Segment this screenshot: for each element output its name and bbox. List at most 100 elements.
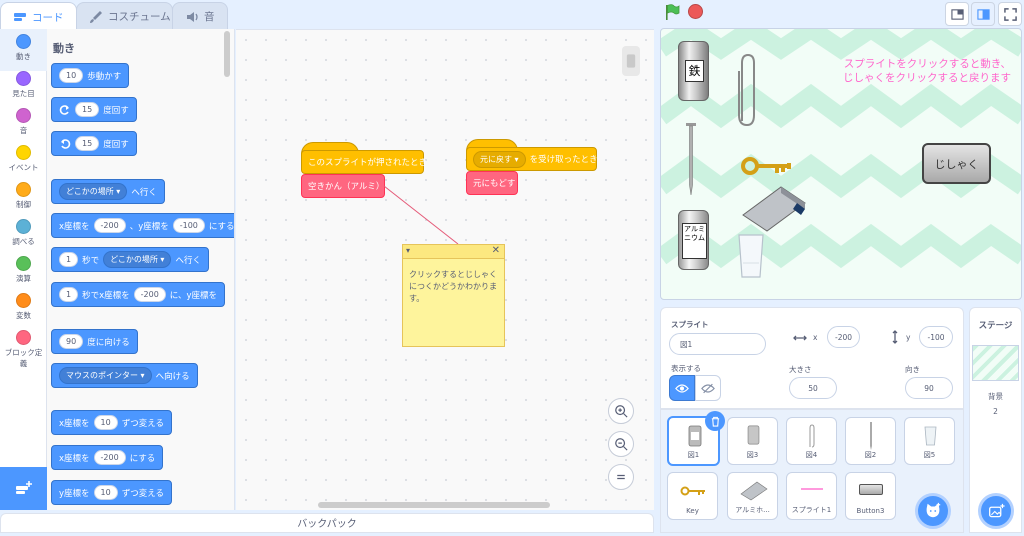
close-icon[interactable]: ✕ [492,245,500,256]
sprite-name-field[interactable]: 図1 [669,333,766,355]
paperclip-sprite[interactable] [736,51,758,129]
block-go-to[interactable]: どこかの場所 ▾ へ行く [51,179,165,204]
category-variables-label: 変数 [16,311,31,320]
sprite-tile[interactable]: Button3 [845,472,896,520]
add-sprite-button[interactable] [915,493,951,529]
backpack-bar[interactable]: バックパック [0,513,654,533]
sprite-name: 図4 [805,451,818,459]
aluminum-foil-sprite[interactable] [741,185,807,233]
x-input[interactable]: -200 [93,450,126,465]
normal-stage-button[interactable] [971,2,995,26]
show-visible-button[interactable] [669,375,695,401]
dx-input[interactable]: 10 [93,415,118,430]
block-set-x[interactable]: x座標を -200 にする [51,445,164,470]
category-events[interactable]: イベント [0,145,47,173]
block-point-towards[interactable]: マウスのポインター ▾ へ向ける [51,363,198,388]
block-glide-xy[interactable]: 1 秒でx座標を -200 に、y座標を [51,282,226,307]
category-sensing[interactable]: 調べる [0,219,47,247]
zoom-in-button[interactable] [608,398,634,424]
target-dropdown[interactable]: どこかの場所 ▾ [103,251,172,268]
block-move-steps[interactable]: 10 歩動かす [51,63,130,88]
category-control[interactable]: 制御 [0,182,47,210]
show-hidden-button[interactable] [695,375,721,401]
x-field[interactable]: -200 [827,326,860,348]
block-turn-left[interactable]: 15 度回す [51,131,137,156]
target-dropdown-label: どこかの場所 [66,187,114,196]
tab-code[interactable]: コード [0,2,77,31]
sprite-tile[interactable]: 図5 [904,417,955,465]
glass-thumbnail-icon [924,426,937,446]
category-operators-label: 演算 [16,274,31,283]
category-motion-label: 動き [16,52,31,61]
category-myblocks[interactable]: ブロック定義 [0,330,47,369]
block-text: 秒で [82,255,100,266]
zoom-out-button[interactable] [608,431,634,457]
collapse-arrow-icon[interactable]: ▾ [406,246,410,255]
x-input[interactable]: -200 [133,287,166,302]
block-glide-to[interactable]: 1 秒で どこかの場所 ▾ へ行く [51,247,209,272]
sprite-tile[interactable]: 図3 [727,417,778,465]
zoom-reset-button[interactable] [608,464,634,490]
seconds-input[interactable]: 1 [59,287,79,302]
sprite-tile[interactable]: 図4 [786,417,837,465]
fullscreen-icon [1003,7,1017,21]
degrees-input[interactable]: 15 [75,102,100,117]
stage-target-panel[interactable]: ステージ 背景 2 [969,307,1022,533]
add-backdrop-button[interactable] [978,493,1014,529]
degrees-input[interactable]: 15 [75,136,100,151]
target-dropdown[interactable]: どこかの場所 ▾ [59,183,128,200]
instruction-line-2: じしゃくをクリックすると戻ります [843,72,1011,84]
sprite-tile[interactable]: スプライト1 [786,472,837,520]
green-flag-icon[interactable] [663,3,681,21]
block-point-direction[interactable]: 90 度に向ける [51,329,138,354]
aluminum-can-sprite[interactable]: アルミニウム [678,210,709,270]
block-text: x座標を [59,418,90,429]
category-operators[interactable]: 演算 [0,256,47,284]
block-change-y[interactable]: y座標を 10 ずつ変える [51,480,172,505]
glass-sprite[interactable] [737,233,765,279]
block-change-x[interactable]: x座標を 10 ずつ変える [51,410,172,435]
size-field[interactable]: 50 [789,377,837,399]
palette-scrollbar[interactable] [224,31,230,77]
comment-note[interactable]: ▾ ✕ クリックするとじしゃくにつくかどうかわかります。 [402,244,505,347]
direction-input[interactable]: 90 [59,334,84,349]
sprite-tile[interactable]: Key [667,472,718,520]
sprite-tile[interactable]: 図2 [845,417,896,465]
block-text: に、y座標を [169,290,218,301]
nail-sprite[interactable] [684,123,698,195]
tab-costumes[interactable]: コスチューム [76,2,173,30]
seconds-input[interactable]: 1 [59,252,79,267]
key-sprite[interactable] [741,151,791,181]
stage-canvas[interactable]: 鉄 アルミニウム スプライトをクリックすると動き、 じしゃくをクリックすると戻り… [660,28,1022,300]
workspace-horizontal-scrollbar[interactable] [318,502,550,508]
fullscreen-button[interactable] [998,2,1022,26]
direction-field[interactable]: 90 [905,377,953,399]
y-input[interactable]: -100 [172,218,205,233]
towards-dropdown[interactable]: マウスのポインター ▾ [59,367,152,384]
sensing-color-dot [16,219,31,234]
tab-sounds[interactable]: 音 [172,2,228,30]
block-go-to-xy[interactable]: x座標を -200 、y座標を -100 にする [51,213,234,238]
x-input[interactable]: -200 [93,218,126,233]
magnet-button-sprite[interactable]: じしゃく [922,143,991,184]
add-extension-button[interactable] [0,467,47,510]
script-workspace[interactable]: このスプライトが押されたとき 空きかん（アルミ） 元に戻す ▾ を受け取ったとき… [236,29,654,510]
sprite-tile[interactable]: アルミホ... [727,472,778,520]
category-motion[interactable]: 動き [0,29,47,71]
block-turn-right[interactable]: 15 度回す [51,97,137,122]
can-label: アルミニウム [682,223,707,259]
category-looks[interactable]: 見た目 [0,71,47,99]
trash-icon [711,416,719,427]
steel-can-sprite[interactable]: 鉄 [678,41,709,101]
y-field[interactable]: -100 [919,326,953,348]
small-stage-button[interactable] [945,2,969,26]
category-variables[interactable]: 変数 [0,293,47,321]
stop-icon[interactable] [688,4,703,19]
dy-input[interactable]: 10 [93,485,118,500]
comment-header[interactable]: ▾ ✕ [403,245,504,259]
delete-sprite-button[interactable] [705,411,725,431]
comment-text[interactable]: クリックするとじしゃくにつくかどうかわかります。 [403,259,504,315]
category-sound[interactable]: 音 [0,108,47,136]
towards-dropdown-label: マウスのポインター [66,371,138,380]
steps-input[interactable]: 10 [59,68,84,83]
